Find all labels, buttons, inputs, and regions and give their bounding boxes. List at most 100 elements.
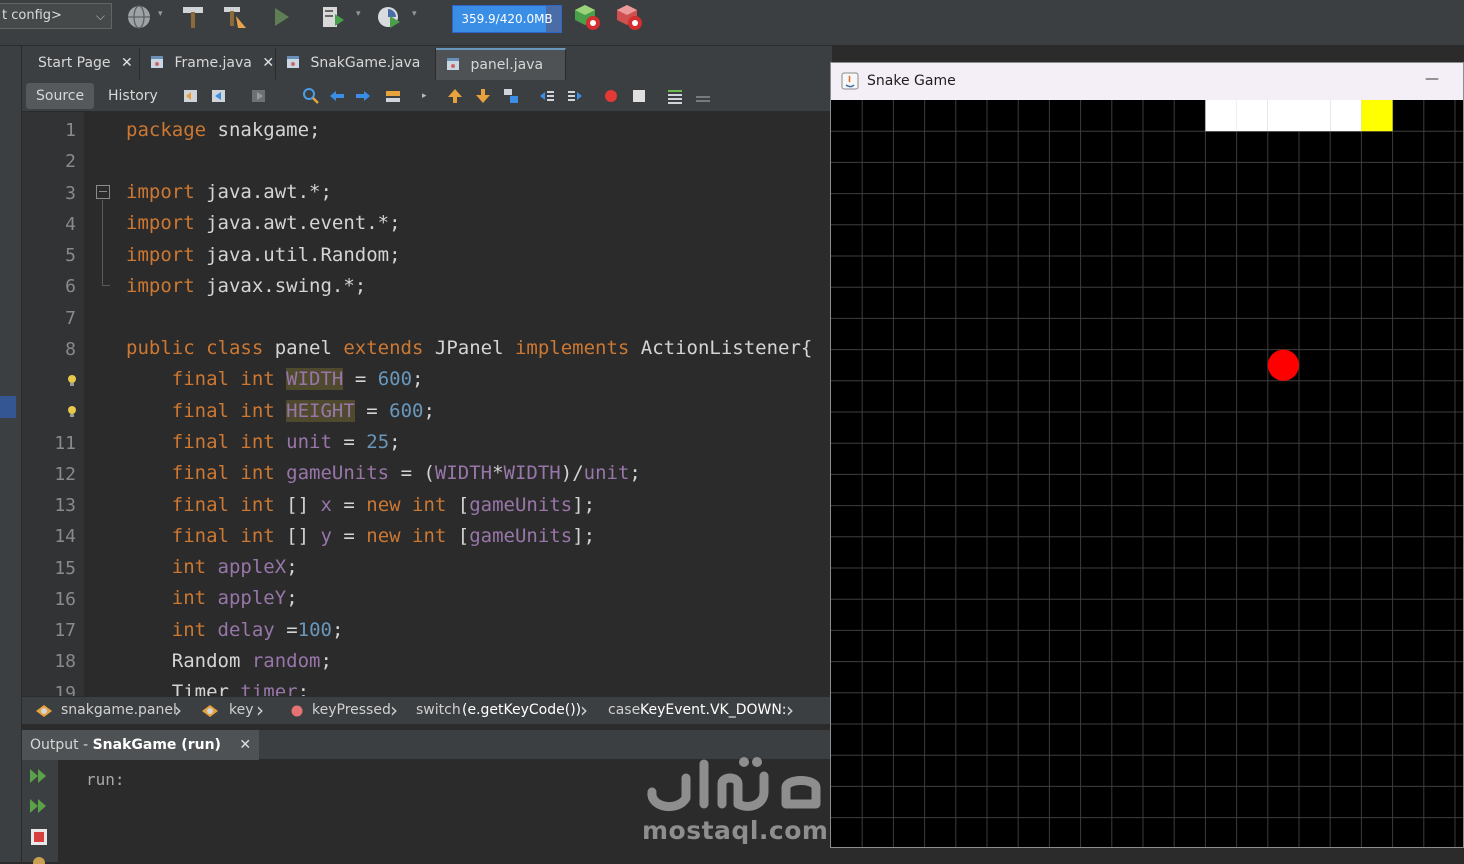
profile-icon[interactable] [376,4,402,30]
code-line: Timer timer; [126,681,310,696]
comment-icon[interactable] [666,87,684,105]
line-number: 3 [65,182,76,204]
tab-snakgame-java[interactable]: SnakGame.java ✕ [276,48,436,101]
shift-left-icon[interactable] [538,87,556,105]
build-hammer-icon[interactable] [180,4,206,30]
breadcrumb-item[interactable]: (e.getKeyCode()) [462,697,581,724]
toggle-bookmark-icon[interactable] [502,87,520,105]
rerun-with-params-icon[interactable] [28,796,50,816]
minimize-icon[interactable]: — [1423,71,1441,89]
find-next-icon[interactable] [354,87,372,105]
snapshot-icon[interactable] [614,2,644,32]
java-app-icon [841,72,859,90]
snake-body-segment [1236,100,1268,132]
line-number: 4 [65,213,76,235]
window-title: Snake Game [867,73,956,89]
history-view-button[interactable]: History [98,83,168,109]
toggle-highlight-icon[interactable] [384,87,402,105]
tab-panel-java[interactable]: panel.java ✕ [436,48,566,103]
chevron-right-icon: › [390,698,398,722]
code-line: final int [] y = new int [gameUnits]; [171,525,596,547]
tab-label: SnakGame.java [310,55,421,71]
close-icon[interactable]: ✕ [239,737,251,753]
config-dropdown[interactable]: t config> ⌵ [0,3,112,29]
stop-icon[interactable] [30,828,48,846]
next-bookmark-icon[interactable] [474,87,492,105]
line-number: 2 [65,151,76,173]
output-tab-prefix: Output - [30,737,93,753]
find-previous-icon[interactable] [328,87,346,105]
back-icon[interactable] [210,87,228,105]
output-tab[interactable]: Output - SnakGame (run) ✕ [22,730,260,760]
settings-icon[interactable] [30,854,48,864]
line-number: 6 [65,276,76,298]
fold-guide-end [102,285,110,286]
dropdown-arrow-icon[interactable]: ▾ [158,9,163,19]
code-line: int appleY; [171,587,298,609]
chevron-right-icon: › [580,698,588,722]
console-text: run: [86,770,125,789]
left-panel-marker[interactable] [0,396,16,418]
clean-build-icon[interactable] [222,4,248,30]
lightbulb-warning-icon[interactable] [66,374,78,388]
breadcrumb-item[interactable]: case [608,697,640,724]
shift-right-icon[interactable] [566,87,584,105]
record-macro-icon[interactable] [602,87,620,105]
dropdown-arrow-icon[interactable]: ▾ [356,9,361,19]
code-line: final int HEIGHT = 600; [171,400,435,422]
output-tab-title: SnakGame (run) [92,737,221,753]
snake-game-window[interactable]: Snake Game — [830,62,1464,848]
close-icon[interactable]: ✕ [262,55,274,71]
debug-icon[interactable] [320,4,346,30]
memory-text: 359.9/420.0MB [461,12,553,26]
line-number: 8 [65,338,76,360]
window-titlebar[interactable]: Snake Game — [831,63,1463,100]
code-line: final int gameUnits = (WIDTH*WIDTH)/unit… [171,462,641,484]
breadcrumb-item[interactable]: switch [416,697,461,724]
breadcrumb-item[interactable]: snakgame.panel [61,697,177,724]
fold-toggle-icon[interactable] [96,185,110,199]
fold-guide [102,200,103,286]
line-number: 14 [54,526,76,548]
find-icon[interactable] [302,87,320,105]
line-number: 12 [54,463,76,485]
source-view-button[interactable]: Source [26,83,95,109]
breadcrumb-item[interactable]: KeyEvent.VK_DOWN: [640,697,787,724]
globe-icon[interactable] [126,4,152,30]
uncomment-icon[interactable] [694,87,712,105]
method-icon [291,705,303,717]
dropdown-arrow-icon[interactable]: ▾ [412,9,417,19]
last-edit-icon[interactable] [182,87,200,105]
forward-icon[interactable] [250,87,268,105]
lightbulb-warning-icon[interactable] [66,405,78,419]
dropdown-arrow-icon[interactable]: ▸ [422,91,440,109]
game-board[interactable] [831,100,1463,847]
code-line: import java.awt.event.*; [126,212,401,234]
game-canvas [831,100,1463,847]
code-line: final int WIDTH = 600; [171,368,424,390]
chevron-right-icon: › [256,698,264,722]
stop-macro-icon[interactable] [630,87,648,105]
chevron-right-icon: › [174,698,182,722]
tab-label: Frame.java [174,55,252,71]
code-line: final int [] x = new int [gameUnits]; [171,494,596,516]
gc-icon[interactable] [572,2,602,32]
tab-start-page[interactable]: Start Page ✕ [28,48,140,80]
class-icon [36,705,52,717]
tab-frame-java[interactable]: Frame.java ✕ [140,48,276,80]
run-icon[interactable] [268,4,294,30]
rerun-icon[interactable] [28,766,50,786]
code-line: package snakgame; [126,119,321,141]
previous-bookmark-icon[interactable] [446,87,464,105]
snake-head [1361,100,1393,132]
editor-tab-bar: Start Page ✕ Frame.java ✕ SnakGame.java … [22,46,832,103]
java-file-icon [151,56,163,68]
memory-indicator[interactable]: 359.9/420.0MB [452,5,562,33]
code-editor[interactable]: 1 2 3 4 5 6 7 8 11 12 13 14 15 16 17 18 19 package snakg… [22,112,830,696]
breadcrumb: snakgame.panel › key › keyPressed › swit… [22,696,830,724]
close-icon[interactable]: ✕ [121,55,133,71]
code-line: import javax.swing.*; [126,275,367,297]
code-line: final int unit = 25; [171,431,401,453]
breadcrumb-item[interactable]: keyPressed [312,697,391,724]
breadcrumb-item[interactable]: key [229,697,254,724]
